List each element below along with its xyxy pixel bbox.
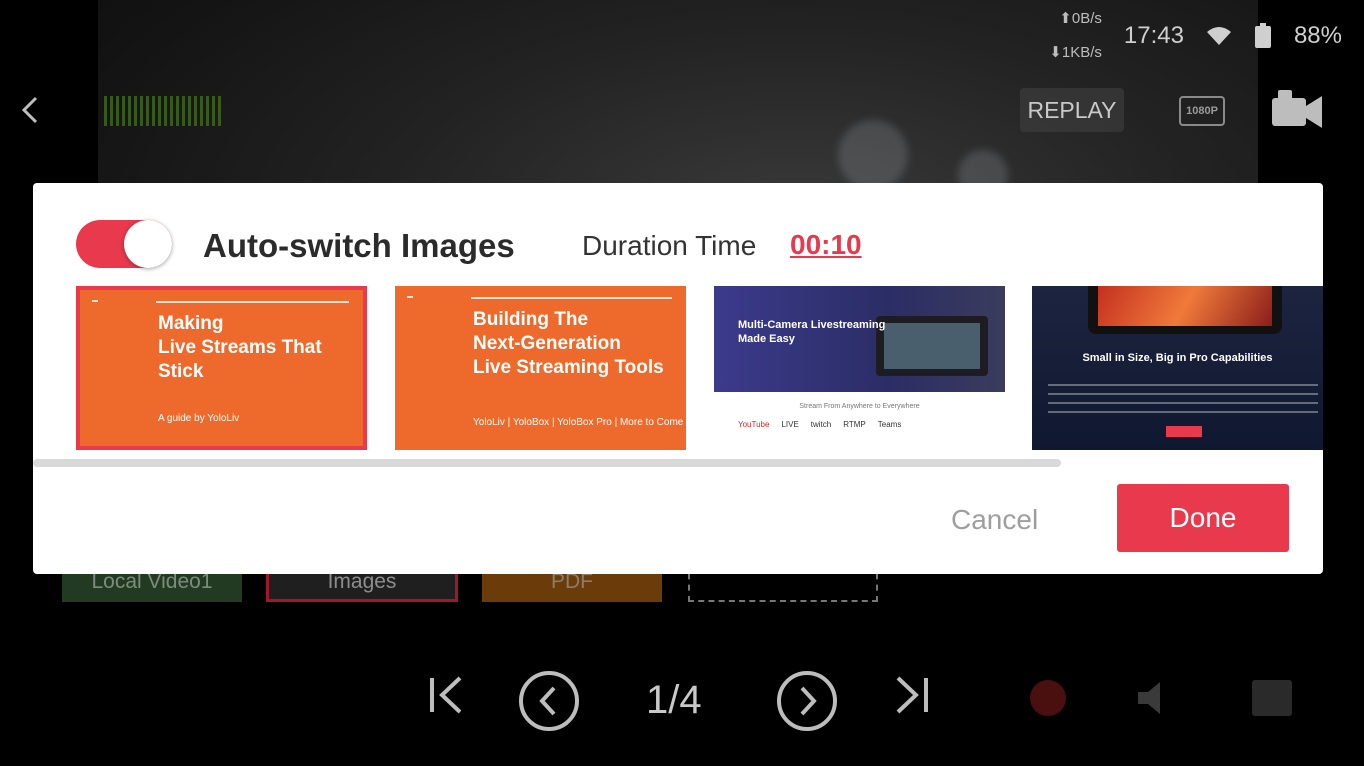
slide-button [1166, 426, 1202, 437]
slide-subtitle: Stream From Anywhere to Everywhere [799, 403, 920, 410]
slide-rule [156, 301, 349, 303]
slide-rule [471, 297, 672, 299]
bokeh-light [838, 120, 908, 190]
thumbnail-scrollbar[interactable] [33, 459, 1061, 467]
replay-button[interactable]: REPLAY [1020, 88, 1124, 132]
duration-label: Duration Time [582, 230, 757, 261]
battery-icon [1254, 23, 1272, 49]
cancel-button[interactable]: Cancel [951, 504, 1038, 536]
teams-logo: Teams [877, 420, 902, 429]
rtmp-logo: RTMP [843, 420, 866, 429]
slide-heading: Multi-Camera Livestreaming Made Easy [738, 319, 886, 345]
image-thumbnail[interactable]: Making Live Streams That Stick A guide b… [76, 286, 367, 450]
device-screen [884, 323, 980, 369]
battery-percent: 88% [1293, 22, 1342, 49]
slide-heading: Small in Size, Big in Pro Capabilities [1082, 352, 1273, 364]
device-image [876, 316, 988, 376]
image-thumbnail-strip[interactable]: Making Live Streams That Stick A guide b… [76, 286, 1323, 454]
duration-value[interactable]: 00:10 [790, 229, 862, 261]
wifi-icon [1206, 25, 1232, 47]
download-speed: ⬇1KB/s [1049, 44, 1102, 61]
tablet-image [1088, 286, 1282, 334]
next-page-icon[interactable] [776, 670, 838, 737]
image-thumbnail[interactable]: Multi-Camera Livestreaming Made Easy Str… [714, 286, 1005, 450]
done-button[interactable]: Done [1117, 484, 1289, 552]
resolution-badge[interactable]: 1080P [1179, 96, 1225, 126]
auto-switch-dialog: Auto-switch Images Duration Time 00:10 M… [33, 183, 1323, 574]
image-thumbnail[interactable]: Small in Size, Big in Pro Capabilities [1032, 286, 1323, 450]
toggle-knob [124, 220, 172, 268]
twitch-logo: twitch [810, 420, 832, 429]
auto-switch-toggle[interactable] [76, 220, 172, 268]
last-page-icon[interactable] [892, 670, 930, 725]
slide-marker [92, 300, 98, 302]
slide-footer: A guide by YoloLiv [158, 413, 240, 424]
slide-footer: YoloLiv | YoloBox | YoloBox Pro | More t… [473, 417, 684, 428]
record-icon[interactable] [1026, 676, 1070, 725]
facebook-live-logo: LIVE [781, 420, 799, 429]
camera-switch-icon[interactable] [1272, 90, 1324, 135]
slide-marker [407, 296, 413, 298]
slide-heading: Making Live Streams That Stick [158, 313, 322, 382]
first-page-icon[interactable] [428, 670, 466, 725]
clock: 17:43 [1123, 22, 1184, 49]
page-indicator: 1/4 [646, 678, 702, 722]
audio-level-meter [104, 96, 224, 126]
status-bar: ⬆0B/s ⬇1KB/s 17:43 88% [1049, 6, 1342, 66]
tablet-screen [1098, 286, 1272, 326]
slide-heading: Building The Next-Generation Live Stream… [473, 309, 664, 378]
upload-speed: ⬆0B/s [1059, 10, 1102, 27]
youtube-logo: YouTube [738, 420, 770, 429]
volume-icon[interactable] [1136, 678, 1182, 723]
network-speed: ⬆0B/s ⬇1KB/s [1049, 2, 1102, 70]
back-button[interactable] [18, 92, 44, 128]
image-thumbnail[interactable]: Building The Next-Generation Live Stream… [395, 286, 686, 450]
aspect-ratio-icon[interactable] [1250, 676, 1294, 725]
dialog-title: Auto-switch Images [203, 227, 515, 264]
feature-list [1048, 384, 1318, 414]
previous-page-icon[interactable] [518, 670, 580, 737]
platform-logos: YouTube LIVE twitch RTMP Teams [738, 420, 901, 429]
